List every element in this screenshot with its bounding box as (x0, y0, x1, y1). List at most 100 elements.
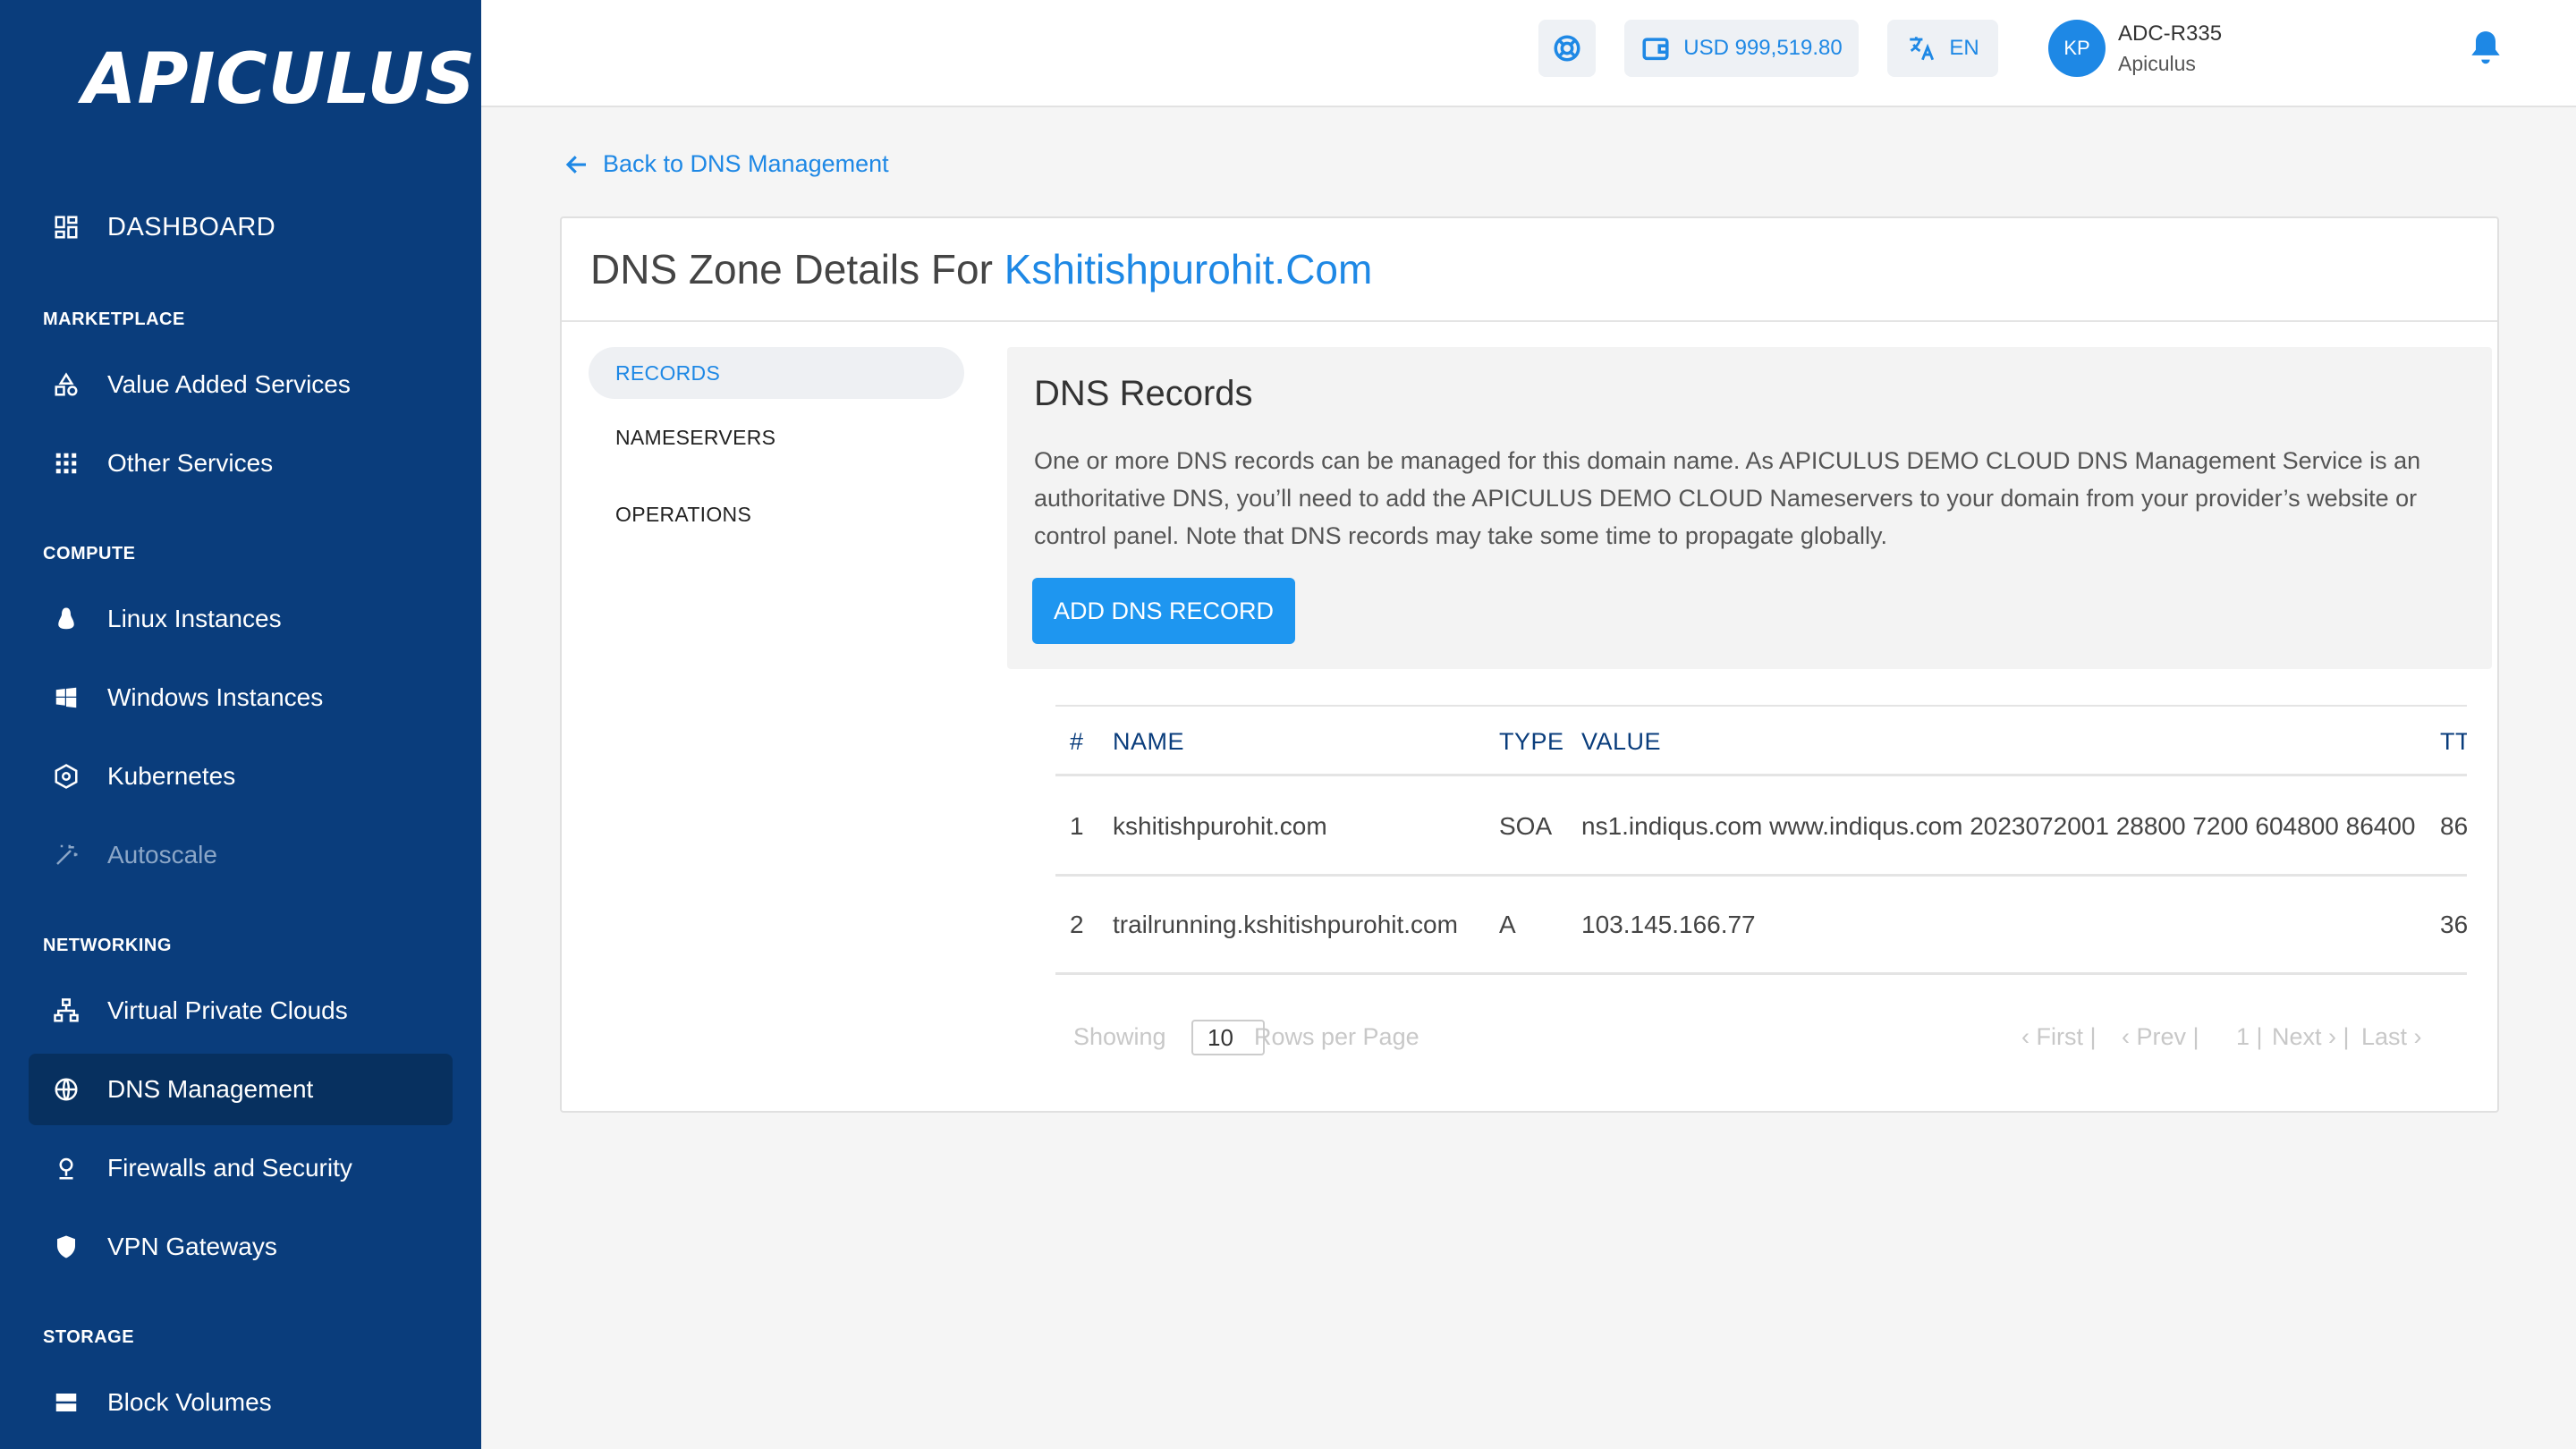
windows-icon (50, 682, 82, 714)
balance-text: USD 999,519.80 (1683, 36, 1843, 60)
sidebar-item-kubernetes[interactable]: Kubernetes (29, 741, 453, 812)
lifebuoy-icon (1554, 35, 1580, 62)
apiculus-logo[interactable]: APICULUS (82, 39, 477, 120)
cell-value: ns1.indiqus.com www.indiqus.com 20230720… (1581, 812, 2416, 840)
topbar: USD 999,519.80 EN KP ADC-R335 Apiculus (481, 0, 2576, 107)
table-row[interactable]: 1 kshitishpurohit.com SOA ns1.indiqus.co… (1055, 778, 2467, 877)
sidebar-item-label: DNS Management (107, 1075, 314, 1103)
sidebar-item-label: Value Added Services (107, 370, 351, 398)
prev-label: Prev (2136, 1023, 2187, 1050)
logo-text: APICULUS (82, 39, 477, 120)
sidebar-item-dns-management[interactable]: DNS Management (29, 1054, 453, 1125)
page-number: 1 (2236, 1023, 2250, 1050)
user-name[interactable]: ADC-R335 (2118, 21, 2222, 47)
cell-name: kshitishpurohit.com (1113, 812, 1327, 840)
sidebar-item-label: Virtual Private Clouds (107, 996, 348, 1024)
translate-icon (1910, 37, 1935, 61)
cell-ttl: 3600 (2440, 911, 2467, 938)
sidebar-item-windows-instances[interactable]: Windows Instances (29, 662, 453, 733)
linux-icon (50, 603, 82, 635)
location-pin-icon (50, 1152, 82, 1184)
first-label: First (2036, 1023, 2083, 1050)
page-title-domain: Kshitishpurohit.Com (1004, 246, 1373, 292)
tab-nameservers[interactable]: NAMESERVERS (589, 411, 964, 463)
sidebar-item-label: Firewalls and Security (107, 1154, 352, 1182)
sidebar-item-label: VPN Gateways (107, 1233, 277, 1260)
add-dns-record-button[interactable]: ADD DNS RECORD (1032, 578, 1295, 644)
column-header-number: # (1070, 728, 1084, 755)
kubernetes-icon (50, 760, 82, 792)
sidebar-item-label: Windows Instances (107, 683, 324, 711)
magic-wand-icon (50, 839, 82, 871)
back-link-label: Back to DNS Management (603, 150, 889, 177)
sidebar-item-autoscale[interactable]: Autoscale (29, 819, 453, 891)
tab-operations[interactable]: OPERATIONS (589, 488, 964, 540)
language-text: EN (1949, 36, 1979, 60)
shield-icon (50, 1231, 82, 1263)
cell-number: 2 (1070, 911, 1084, 938)
column-header-ttl[interactable]: TTL (2440, 728, 2467, 756)
page-title: DNS Zone Details For Kshitishpurohit.Com (590, 245, 1372, 293)
rows-per-page-label: Rows per Page (1254, 1023, 1419, 1050)
page-title-prefix: DNS Zone Details For (590, 246, 993, 292)
pagination: Showing 10 Rows per Page ‹ First | ‹ Pre… (1073, 1020, 2451, 1073)
cell-name: trailrunning.kshitishpurohit.com (1113, 911, 1458, 938)
cell-number: 1 (1070, 812, 1084, 840)
dns-records-info-panel: DNS Records One or more DNS records can … (1007, 347, 2492, 669)
arrow-left-icon (565, 155, 586, 174)
section-title: DNS Records (1034, 374, 1253, 413)
next-label: Next (2272, 1023, 2322, 1050)
last-label: Last (2361, 1023, 2408, 1050)
sidebar-item-label: Autoscale (107, 841, 217, 869)
language-button[interactable]: EN (1887, 20, 1998, 77)
globe-icon (50, 1073, 82, 1106)
bell-icon[interactable] (2469, 29, 2503, 68)
card-header: DNS Zone Details For Kshitishpurohit.Com (562, 218, 2497, 322)
section-label-storage: STORAGE (43, 1327, 135, 1347)
table-row[interactable]: 2 trailrunning.kshitishpurohit.com A 103… (1055, 877, 2467, 975)
wallet-balance-button[interactable]: USD 999,519.80 (1624, 20, 1859, 77)
sidebar-item-label: Linux Instances (107, 605, 282, 632)
showing-label: Showing (1073, 1023, 1166, 1050)
sidebar-item-firewalls-and-security[interactable]: Firewalls and Security (29, 1132, 453, 1204)
prev-page-button[interactable]: ‹ Prev | (2122, 1023, 2199, 1051)
cell-type: SOA (1499, 812, 1553, 840)
cell-ttl: 86400 (2440, 812, 2467, 840)
column-header-value[interactable]: VALUE (1581, 728, 1661, 756)
back-to-dns-management-link[interactable]: Back to DNS Management (564, 150, 889, 178)
sidebar-item-label: Other Services (107, 449, 274, 477)
sidebar-item-linux-instances[interactable]: Linux Instances (29, 583, 453, 655)
tab-records[interactable]: RECORDS (589, 347, 964, 399)
support-button[interactable] (1538, 20, 1596, 77)
user-org: Apiculus (2118, 52, 2196, 75)
cell-value: 103.145.166.77 (1581, 911, 1756, 938)
section-label-compute: COMPUTE (43, 544, 136, 564)
sidebar-item-label: DASHBOARD (107, 212, 276, 242)
wallet-icon (1642, 38, 1669, 61)
sidebar-item-label: Kubernetes (107, 762, 236, 790)
sidebar-item-virtual-private-clouds[interactable]: Virtual Private Clouds (29, 975, 453, 1046)
first-page-button[interactable]: ‹ First | (2021, 1023, 2097, 1051)
dns-records-table: # NAME TYPE VALUE TTL 1 kshitishpurohit.… (1055, 705, 2467, 1193)
sidebar-item-other-services[interactable]: Other Services (29, 428, 453, 499)
storage-icon (50, 1386, 82, 1419)
sidebar-item-block-volumes[interactable]: Block Volumes (29, 1367, 453, 1438)
column-header-name[interactable]: NAME (1113, 728, 1184, 756)
column-header-type[interactable]: TYPE (1499, 728, 1564, 756)
table-header: # NAME TYPE VALUE TTL (1055, 705, 2467, 776)
section-label-networking: NETWORKING (43, 936, 172, 955)
sidebar-item-vpn-gateways[interactable]: VPN Gateways (29, 1211, 453, 1283)
section-description: One or more DNS records can be managed f… (1034, 447, 2421, 549)
sidebar-item-dashboard[interactable]: DASHBOARD (29, 191, 453, 263)
avatar[interactable]: KP (2048, 20, 2106, 77)
dashboard-icon (50, 211, 82, 243)
current-page: 1 | (2236, 1023, 2263, 1050)
sidebar: APICULUS DASHBOARD MARKETPLACE Value Add… (0, 0, 481, 1449)
last-page-button[interactable]: Last › (2361, 1023, 2422, 1051)
grid-icon (50, 447, 82, 479)
sidebar-item-label: Block Volumes (107, 1388, 272, 1416)
shapes-icon (50, 369, 82, 401)
sidebar-item-value-added-services[interactable]: Value Added Services (29, 349, 453, 420)
next-page-button[interactable]: Next › | (2272, 1023, 2350, 1051)
network-icon (50, 995, 82, 1027)
